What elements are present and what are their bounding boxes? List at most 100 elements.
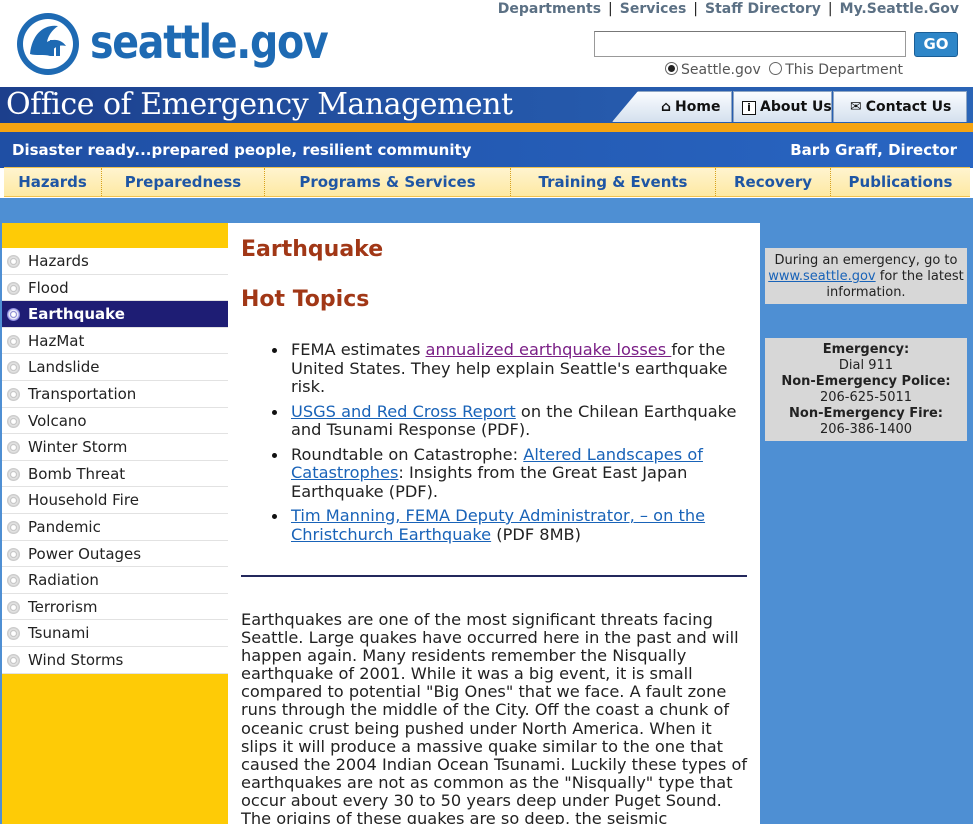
emergency-contacts: Emergency: Dial 911 Non-Emergency Police…	[765, 338, 967, 441]
office-title: Office of Emergency Management	[6, 87, 513, 122]
contact-value: 206-386-1400	[819, 422, 913, 437]
left-nav-label: HazMat	[28, 331, 85, 350]
scope-radio-this-department[interactable]	[769, 62, 783, 75]
scope-label-this-department: This Department	[785, 62, 903, 78]
left-nav-item-household-fire[interactable]: Household Fire	[2, 487, 228, 514]
tab-contact-us-label: Contact Us	[865, 99, 952, 115]
go-button[interactable]: GO	[914, 32, 958, 57]
bullet-icon	[7, 627, 20, 641]
left-nav-label: Wind Storms	[28, 650, 124, 669]
bullet-icon	[7, 494, 20, 508]
tab-home-label: Home	[675, 99, 721, 115]
seattle-gov-logo[interactable]: seattle.gov	[14, 10, 329, 78]
bullet-icon	[7, 387, 20, 401]
director: Barb Graff, Director	[790, 141, 957, 159]
search-input[interactable]	[594, 31, 906, 57]
divider	[241, 575, 747, 577]
page-title: Earthquake	[241, 237, 384, 262]
bullet-icon	[7, 547, 20, 561]
link-annualized-earthquake-losses[interactable]: annualized earthquake losses	[426, 340, 672, 359]
link-usgs-red-cross-report[interactable]: USGS and Red Cross Report	[291, 402, 516, 421]
main-nav-preparedness[interactable]: Preparedness	[102, 168, 265, 196]
tab-contact-us[interactable]: ✉ Contact Us	[833, 91, 967, 122]
left-nav-label: Pandemic	[28, 517, 101, 536]
left-nav-label: Transportation	[28, 384, 137, 403]
left-nav-item-winter-storm[interactable]: Winter Storm	[2, 434, 228, 461]
left-nav-item-bomb-threat[interactable]: Bomb Threat	[2, 461, 228, 488]
main-nav-hazards[interactable]: Hazards	[4, 168, 102, 196]
left-nav-item-terrorism[interactable]: Terrorism	[2, 594, 228, 621]
bullet-icon	[7, 467, 20, 481]
left-nav-item-earthquake[interactable]: Earthquake	[2, 301, 228, 328]
bullet-icon	[7, 441, 20, 455]
bullet-icon	[7, 281, 20, 295]
list-item: Roundtable on Catastrophe: Altered Lands…	[272, 444, 751, 502]
main-nav-training-events[interactable]: Training & Events	[511, 168, 716, 196]
bullet-icon	[7, 600, 20, 614]
city-seal-icon	[17, 13, 79, 75]
left-nav-item-tsunami[interactable]: Tsunami	[2, 620, 228, 647]
top-link-services[interactable]: Services	[620, 1, 687, 17]
notice-text: During an emergency, go to	[774, 253, 958, 268]
main-nav: Hazards Preparedness Programs & Services…	[4, 167, 970, 197]
left-nav-label: Volcano	[28, 411, 87, 430]
top-link-departments[interactable]: Departments	[498, 1, 601, 17]
bullet-icon	[7, 334, 20, 348]
scope-label-seattle-gov: Seattle.gov	[681, 62, 761, 78]
envelope-icon: ✉	[850, 99, 862, 115]
contact-label: Emergency:	[822, 342, 910, 357]
list-item-text: Roundtable on Catastrophe:	[291, 444, 524, 464]
top-link-my-seattle-gov[interactable]: My.Seattle.Gov	[840, 1, 959, 17]
body-paragraph: Earthquakes are one of the most signific…	[241, 610, 748, 824]
left-nav: Hazards Flood Earthquake HazMat Landslid…	[2, 223, 228, 824]
separator: |	[608, 1, 613, 17]
scope-radio-seattle-gov[interactable]	[665, 62, 678, 75]
tab-home[interactable]: ⌂ Home	[612, 91, 732, 122]
main-nav-recovery[interactable]: Recovery	[716, 168, 831, 196]
bullet-icon	[7, 414, 20, 428]
info-icon: i	[742, 101, 756, 115]
banner-tabs: ⌂ Home i About Us ✉ Contact Us	[612, 89, 967, 123]
page: seattle.gov Departments | Services | Staff D…	[0, 0, 973, 824]
left-nav-label: Flood	[28, 278, 69, 297]
left-nav-item-flood[interactable]: Flood	[2, 275, 228, 302]
left-nav-item-hazards[interactable]: Hazards	[2, 248, 228, 275]
list-item-text: (PDF 8MB)	[491, 524, 581, 544]
bullet-icon	[7, 574, 20, 588]
left-nav-item-transportation[interactable]: Transportation	[2, 381, 228, 408]
left-nav-item-power-outages[interactable]: Power Outages	[2, 541, 228, 568]
bullet-icon	[7, 255, 20, 268]
left-nav-label: Radiation	[28, 571, 99, 590]
left-nav-item-wind-storms[interactable]: Wind Storms	[2, 647, 228, 674]
main-content: Earthquake Hot Topics FEMA estimates ann…	[228, 223, 760, 824]
bullet-icon	[7, 520, 20, 534]
left-nav-item-volcano[interactable]: Volcano	[2, 408, 228, 435]
left-nav-label: Landslide	[28, 358, 100, 377]
top-link-staff-directory[interactable]: Staff Directory	[705, 1, 821, 17]
site-name: seattle.gov	[90, 15, 329, 69]
tagline: Disaster ready...prepared people, resili…	[12, 141, 472, 159]
left-nav-item-landslide[interactable]: Landslide	[2, 354, 228, 381]
left-nav-item-radiation[interactable]: Radiation	[2, 567, 228, 594]
separator: |	[693, 1, 699, 17]
left-nav-label: Household Fire	[28, 491, 139, 510]
main-nav-programs-services[interactable]: Programs & Services	[265, 168, 511, 196]
left-nav-label: Earthquake	[28, 305, 125, 324]
left-nav-label: Winter Storm	[28, 438, 128, 457]
tab-about-us[interactable]: i About Us	[733, 91, 832, 122]
contact-label: Non-Emergency Police:	[781, 374, 951, 389]
left-nav-item-pandemic[interactable]: Pandemic	[2, 514, 228, 541]
main-nav-publications[interactable]: Publications	[831, 168, 970, 196]
list-item: USGS and Red Cross Report on the Chilean…	[272, 402, 751, 440]
left-nav-item-hazmat[interactable]: HazMat	[2, 328, 228, 355]
separator: |	[827, 1, 833, 17]
left-nav-list: Hazards Flood Earthquake HazMat Landslid…	[2, 248, 228, 674]
hot-topics-heading: Hot Topics	[241, 287, 370, 312]
left-nav-label: Tsunami	[28, 624, 90, 643]
emergency-notice: During an emergency, go to www.seattle.g…	[765, 248, 967, 304]
bullet-icon	[7, 361, 20, 375]
hot-topics-list: FEMA estimates annualized earthquake los…	[272, 340, 751, 550]
seattle-gov-link[interactable]: www.seattle.gov	[768, 269, 875, 284]
list-item: FEMA estimates annualized earthquake los…	[272, 340, 751, 397]
home-icon: ⌂	[661, 99, 672, 115]
